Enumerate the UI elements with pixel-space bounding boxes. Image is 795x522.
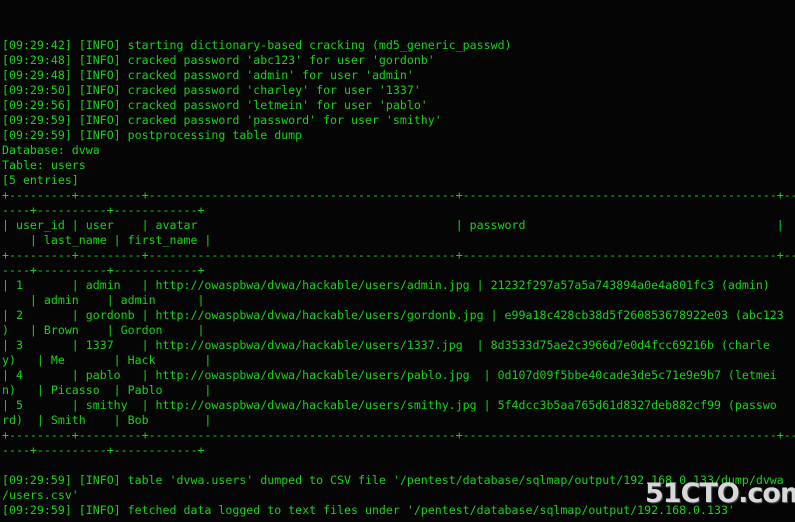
- terminal-line: [09:29:59] [INFO] fetched data logged to…: [2, 503, 735, 517]
- terminal-line: /users.csv': [2, 488, 79, 502]
- terminal-line: [09:29:42] [INFO] starting dictionary-ba…: [2, 38, 512, 52]
- terminal-line: ) | Brown | Gordon |: [2, 323, 205, 337]
- terminal-line: | user_id | user | avatar | password |: [2, 218, 795, 232]
- terminal-line: rd) | Smith | Bob |: [2, 413, 212, 427]
- terminal-line: y) | Me | Hack |: [2, 353, 212, 367]
- terminal-line: [09:29:48] [INFO] cracked password 'abc1…: [2, 53, 435, 67]
- terminal-line: Database: dvwa: [2, 143, 100, 157]
- terminal-line: [09:29:59] [INFO] postprocessing table d…: [2, 128, 303, 142]
- terminal-line: [5 entries]: [2, 173, 79, 187]
- terminal-line: [09:29:50] [INFO] cracked password 'char…: [2, 83, 421, 97]
- terminal-line: | last_name | first_name |: [2, 233, 212, 247]
- terminal-line: +---------+---------+-------------------…: [2, 248, 795, 262]
- terminal-line: ----+----------+------------+: [2, 263, 205, 277]
- terminal-line: | 1 | admin | http://owaspbwa/dvwa/hacka…: [2, 278, 770, 292]
- terminal-line: | 2 | gordonb | http://owaspbwa/dvwa/hac…: [2, 308, 784, 322]
- terminal-line: [09:29:48] [INFO] cracked password 'admi…: [2, 68, 414, 82]
- terminal-line: | 3 | 1337 | http://owaspbwa/dvwa/hackab…: [2, 338, 770, 352]
- terminal-line: ----+----------+------------+: [2, 203, 205, 217]
- terminal-line: ----+----------+------------+: [2, 443, 205, 457]
- terminal-line: | 5 | smithy | http://owaspbwa/dvwa/hack…: [2, 398, 777, 412]
- terminal-screen[interactable]: [09:29:42] [INFO] starting dictionary-ba…: [0, 0, 795, 522]
- terminal-line: +---------+---------+-------------------…: [2, 188, 795, 202]
- terminal-line: Table: users: [2, 158, 86, 172]
- terminal-line: +---------+---------+-------------------…: [2, 428, 795, 442]
- terminal-line: [09:29:59] [INFO] table 'dvwa.users' dum…: [2, 473, 784, 487]
- terminal-line: n) | Picasso | Pablo |: [2, 383, 212, 397]
- terminal-line: [09:29:59] [INFO] cracked password 'pass…: [2, 113, 442, 127]
- terminal-output: [09:29:42] [INFO] starting dictionary-ba…: [2, 38, 795, 522]
- terminal-line: [09:29:56] [INFO] cracked password 'letm…: [2, 98, 428, 112]
- terminal-line: | admin | admin |: [2, 293, 205, 307]
- terminal-line: | 4 | pablo | http://owaspbwa/dvwa/hacka…: [2, 368, 777, 382]
